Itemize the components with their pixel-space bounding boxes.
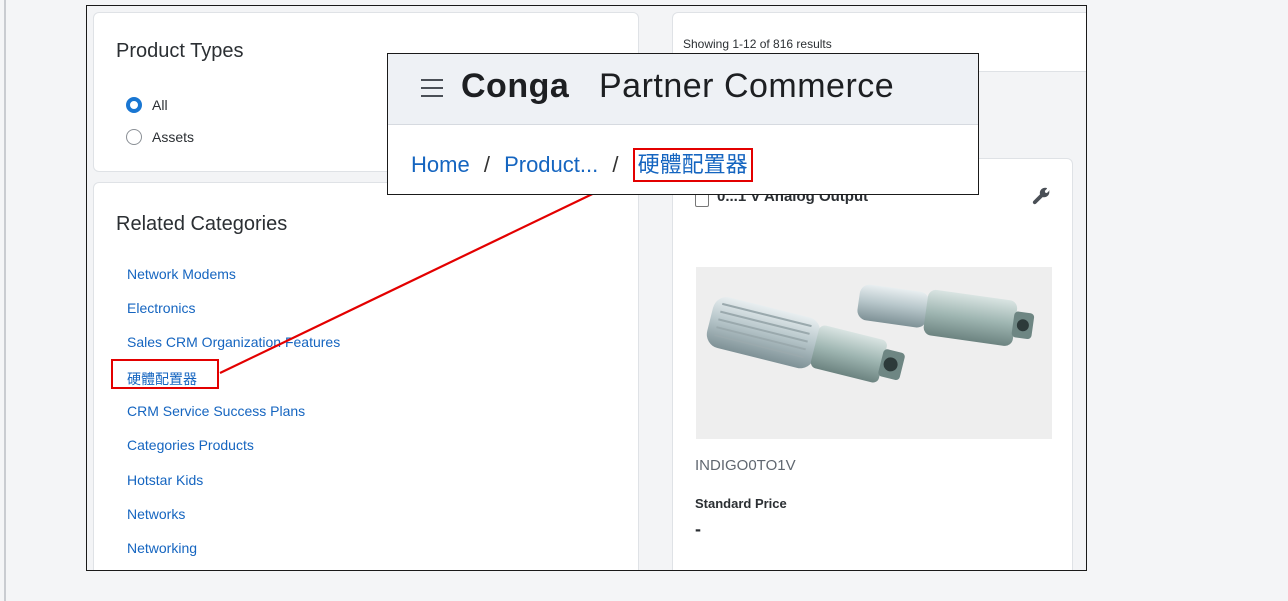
- radio-all-selected[interactable]: [126, 97, 142, 113]
- page-left-rule: [4, 0, 6, 601]
- brand-logo-conga: Conga: [461, 67, 570, 105]
- radio-assets[interactable]: [126, 129, 142, 145]
- related-categories-title: Related Categories: [116, 213, 288, 235]
- category-link[interactable]: Networks: [127, 506, 185, 522]
- brand-partner-commerce: Partner Commerce: [599, 67, 895, 105]
- wrench-icon[interactable]: [1031, 187, 1053, 209]
- category-link[interactable]: Networking: [127, 540, 197, 556]
- standard-price-label: Standard Price: [695, 496, 787, 511]
- breadcrumb-product[interactable]: Product...: [504, 152, 598, 177]
- conga-header-callout: Conga Partner Commerce Home / Product...…: [387, 53, 979, 195]
- category-highlight-box: [111, 359, 219, 389]
- category-link[interactable]: Network Modems: [127, 266, 236, 282]
- product-card: 0...1 V Analog Output INDIGO0TO1V Standa…: [672, 158, 1073, 570]
- breadcrumb-separator: /: [612, 152, 619, 177]
- product-image[interactable]: [696, 267, 1052, 439]
- category-link[interactable]: CRM Service Success Plans: [127, 403, 305, 419]
- product-code: INDIGO0TO1V: [695, 457, 796, 474]
- product-compare-checkbox[interactable]: [695, 193, 709, 207]
- breadcrumb-separator: /: [483, 152, 490, 177]
- breadcrumb-current-category: 硬體配置器: [632, 148, 753, 182]
- category-link[interactable]: Sales CRM Organization Features: [127, 334, 340, 350]
- sensor-probes-illustration: [706, 284, 1035, 383]
- hamburger-menu-icon[interactable]: [421, 79, 443, 97]
- product-types-title: Product Types: [116, 40, 244, 62]
- results-count: Showing 1-12 of 816 results: [683, 37, 832, 51]
- category-link[interactable]: Categories Products: [127, 437, 254, 453]
- radio-assets-label: Assets: [152, 129, 195, 145]
- conga-app-header: Conga Partner Commerce: [388, 54, 978, 125]
- radio-all-label: All: [152, 97, 168, 113]
- standard-price-value: -: [695, 519, 701, 539]
- category-link[interactable]: Hotstar Kids: [127, 472, 203, 488]
- radio-option-assets[interactable]: Assets: [126, 129, 194, 145]
- category-link[interactable]: Electronics: [127, 300, 195, 316]
- breadcrumb: Home / Product... / 硬體配置器: [411, 148, 753, 182]
- screenshot-frame: Product Types All Assets Related Categor…: [86, 5, 1087, 571]
- radio-option-all[interactable]: All: [126, 97, 168, 113]
- breadcrumb-home[interactable]: Home: [411, 152, 470, 177]
